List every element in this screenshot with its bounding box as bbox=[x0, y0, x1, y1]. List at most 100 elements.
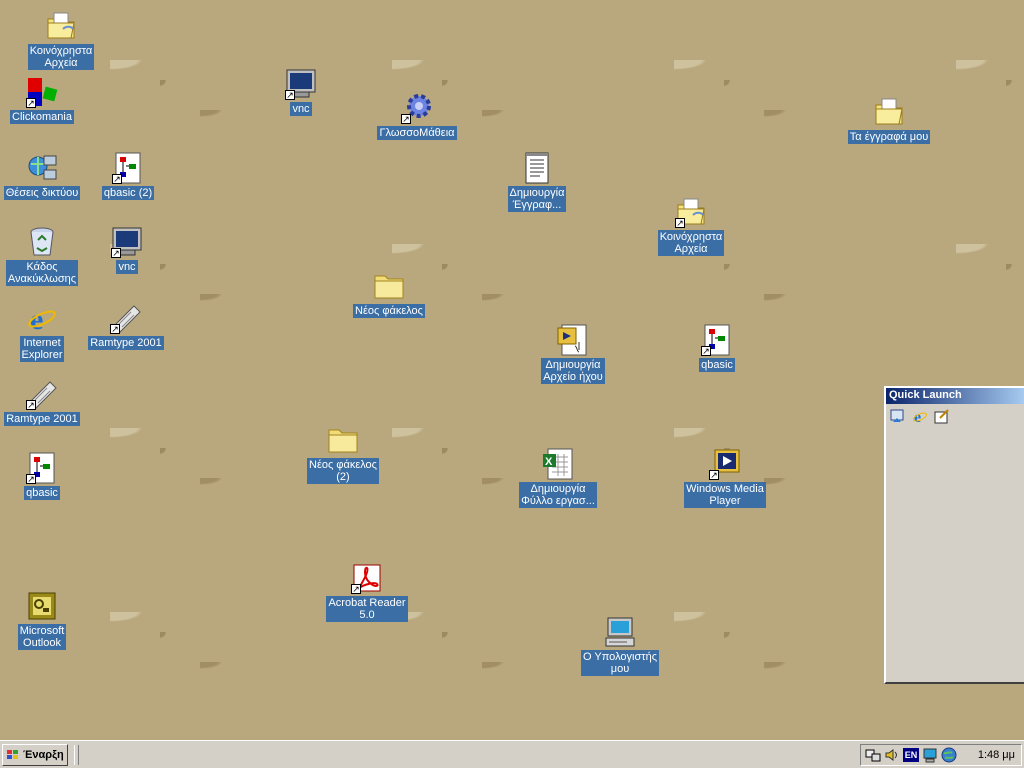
desktop-icon-glossomatheia[interactable]: ↗ ΓλωσσοΜάθεια bbox=[376, 92, 458, 140]
sound-file-icon bbox=[557, 324, 589, 356]
network-tray-icon[interactable] bbox=[865, 747, 881, 763]
language-indicator: EN bbox=[903, 748, 919, 762]
desktop-icon-label: Windows Media Player bbox=[684, 482, 766, 508]
desktop-icon-shared-files-2[interactable]: ↗ Κοινόχρηστα Αρχεία bbox=[657, 196, 725, 256]
desktop-icon-label: Τα έγγραφά μου bbox=[847, 130, 931, 144]
desktop-icon-new-sound[interactable]: Δημιουργία Αρχείο ήχου bbox=[538, 324, 608, 384]
desktop-icon-vnc-1[interactable]: ↗ vnc bbox=[110, 226, 144, 274]
document-icon bbox=[521, 152, 553, 184]
taskbar: Έναρξη EN 1:48 μμ bbox=[0, 740, 1024, 768]
desktop-icon-clickomania[interactable]: ↗ Clickomania bbox=[8, 76, 76, 124]
shortcut-arrow-icon: ↗ bbox=[675, 218, 685, 228]
desktop-icon-recycle-bin[interactable]: Κάδος Ανακύκλωσης bbox=[4, 226, 80, 286]
globe-icon[interactable] bbox=[941, 747, 957, 763]
desktop-icon-my-computer[interactable]: Ο Υπολογιστής μου bbox=[580, 616, 660, 676]
desktop-icon-shared-files[interactable]: Κοινόχρηστα Αρχεία bbox=[26, 10, 96, 70]
desktop-icon-label: Acrobat Reader 5.0 bbox=[326, 596, 408, 622]
quick-launch-icons: e bbox=[886, 404, 1024, 428]
desktop-icon-label: Ramtype 2001 bbox=[4, 412, 80, 426]
outlook-express-icon[interactable] bbox=[934, 408, 950, 424]
shortcut-arrow-icon: ↗ bbox=[112, 174, 122, 184]
desktop-icon-new-document[interactable]: Δημιουργία Έγγραφ... bbox=[506, 152, 568, 212]
desktop-icon-label: Κάδος Ανακύκλωσης bbox=[5, 260, 79, 286]
system-tray: EN 1:48 μμ bbox=[860, 744, 1022, 766]
desktop-icon-new-folder-1[interactable]: Νέος φάκελος bbox=[350, 270, 428, 318]
my-documents-icon bbox=[873, 96, 905, 128]
language-icon[interactable]: EN bbox=[903, 747, 919, 763]
desktop-icon-qbasic-2[interactable]: ↗ qbasic (2) bbox=[100, 152, 156, 200]
desktop-icon-vnc-2[interactable]: ↗ vnc bbox=[284, 68, 318, 116]
keyboard-icon: ↗ bbox=[110, 302, 142, 334]
shortcut-arrow-icon: ↗ bbox=[401, 114, 411, 124]
spreadsheet-icon: X bbox=[542, 448, 574, 480]
desktop-icon-label: Ο Υπολογιστής μου bbox=[580, 650, 660, 676]
clock[interactable]: 1:48 μμ bbox=[978, 749, 1015, 761]
clickomania-icon: ↗ bbox=[26, 76, 58, 108]
desktop-icon-label: Δημιουργία Φύλλο εργασ... bbox=[519, 482, 597, 508]
desktop[interactable]: Κοινόχρηστα Αρχεία ↗ Clickomania Θέσεις … bbox=[0, 0, 1024, 740]
shortcut-arrow-icon: ↗ bbox=[110, 324, 120, 334]
desktop-icon-network-places[interactable]: Θέσεις δικτύου bbox=[3, 152, 81, 200]
qbasic-icon: ↗ bbox=[112, 152, 144, 184]
shared-folder-icon bbox=[45, 10, 77, 42]
shortcut-arrow-icon: ↗ bbox=[285, 90, 295, 100]
svg-text:X: X bbox=[545, 456, 553, 468]
desktop-icon-qbasic-3[interactable]: ↗ qbasic bbox=[698, 324, 736, 372]
desktop-icon-label: Νέος φάκελος bbox=[353, 304, 425, 318]
start-button-label: Έναρξη bbox=[23, 749, 64, 761]
desktop-icon-ramtype-2[interactable]: ↗ Ramtype 2001 bbox=[4, 378, 80, 426]
keyboard-icon: ↗ bbox=[26, 378, 58, 410]
network-places-icon bbox=[26, 152, 58, 184]
desktop-icon-label: qbasic (2) bbox=[101, 186, 155, 200]
desktop-icon-my-documents[interactable]: Τα έγγραφά μου bbox=[846, 96, 932, 144]
volume-icon[interactable] bbox=[884, 747, 900, 763]
shortcut-arrow-icon: ↗ bbox=[351, 584, 361, 594]
desktop-icon-new-folder-2[interactable]: Νέος φάκελος (2) bbox=[306, 424, 380, 484]
desktop-icon-label: Ramtype 2001 bbox=[88, 336, 164, 350]
desktop-icon-acrobat[interactable]: ↗ Acrobat Reader 5.0 bbox=[326, 562, 408, 622]
desktop-icon-internet-explorer[interactable]: e Internet Explorer bbox=[14, 302, 70, 362]
media-player-icon: ↗ bbox=[709, 448, 741, 480]
shared-folder-icon: ↗ bbox=[675, 196, 707, 228]
outlook-icon bbox=[26, 590, 58, 622]
desktop-icon-label: Κοινόχρηστα Αρχεία bbox=[27, 44, 95, 70]
desktop-icon-label: Clickomania bbox=[10, 110, 74, 124]
folder-icon bbox=[373, 270, 405, 302]
shortcut-arrow-icon: ↗ bbox=[701, 346, 711, 356]
recycle-bin-icon bbox=[26, 226, 58, 258]
desktop-icon-label: Κοινόχρηστα Αρχεία bbox=[657, 230, 725, 256]
show-desktop-icon[interactable] bbox=[890, 408, 906, 424]
internet-explorer-icon[interactable]: e bbox=[912, 408, 928, 424]
qbasic-icon: ↗ bbox=[26, 452, 58, 484]
desktop-icon-label: ΓλωσσοΜάθεια bbox=[377, 126, 457, 140]
vnc-icon: ↗ bbox=[111, 226, 143, 258]
desktop-icon-ramtype-1[interactable]: ↗ Ramtype 2001 bbox=[88, 302, 164, 350]
shortcut-arrow-icon: ↗ bbox=[26, 474, 36, 484]
quick-launch-title[interactable]: Quick Launch bbox=[886, 388, 1024, 404]
desktop-icon-media-player[interactable]: ↗ Windows Media Player bbox=[684, 448, 766, 508]
desktop-icon-label: Microsoft Outlook bbox=[17, 624, 67, 650]
acrobat-icon: ↗ bbox=[351, 562, 383, 594]
desktop-icon-outlook[interactable]: Microsoft Outlook bbox=[14, 590, 70, 650]
desktop-icon-qbasic-1[interactable]: ↗ qbasic bbox=[22, 452, 62, 500]
taskbar-grip[interactable] bbox=[74, 745, 79, 765]
desktop-icon-label: Θέσεις δικτύου bbox=[3, 186, 81, 200]
desktop-icon-label: qbasic bbox=[699, 358, 735, 372]
computer-tray-icon[interactable] bbox=[922, 747, 938, 763]
shortcut-arrow-icon: ↗ bbox=[111, 248, 121, 258]
desktop-icon-label: vnc bbox=[290, 102, 312, 116]
start-button[interactable]: Έναρξη bbox=[2, 744, 68, 766]
desktop-icon-label: Νέος φάκελος (2) bbox=[307, 458, 379, 484]
quick-launch-toolbar[interactable]: Quick Launch e bbox=[884, 386, 1024, 684]
internet-explorer-icon: e bbox=[26, 302, 58, 334]
shortcut-arrow-icon: ↗ bbox=[709, 470, 719, 480]
qbasic-icon: ↗ bbox=[701, 324, 733, 356]
shortcut-arrow-icon: ↗ bbox=[26, 400, 36, 410]
desktop-icon-label: Internet Explorer bbox=[19, 336, 65, 362]
my-computer-icon bbox=[604, 616, 636, 648]
desktop-icon-label: Δημιουργία Αρχείο ήχου bbox=[541, 358, 605, 384]
desktop-icon-new-sheet[interactable]: X Δημιουργία Φύλλο εργασ... bbox=[516, 448, 600, 508]
vnc-icon: ↗ bbox=[285, 68, 317, 100]
windows-logo-icon bbox=[6, 749, 20, 761]
desktop-icon-label: vnc bbox=[116, 260, 138, 274]
